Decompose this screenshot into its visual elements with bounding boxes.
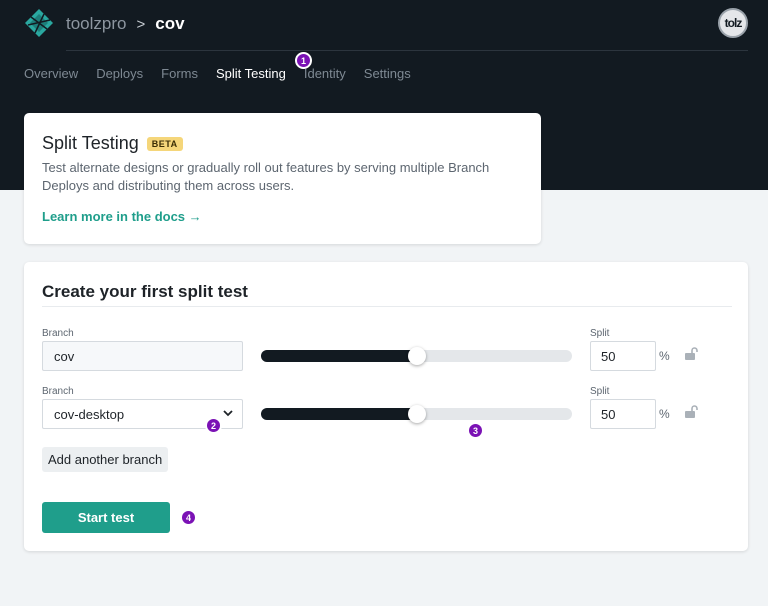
create-split-test-card: Create your first split test Branch cov … (24, 262, 748, 551)
intro-title: Split Testing (42, 133, 139, 153)
heading-divider (42, 306, 732, 307)
tab-forms[interactable]: Forms (161, 66, 198, 81)
avatar[interactable]: tolz (718, 8, 748, 38)
arrow-right-icon: → (188, 209, 202, 224)
tab-split-testing[interactable]: Split Testing (216, 66, 286, 81)
split-slider-fill-1 (261, 350, 417, 362)
step-marker-2: 2 (205, 417, 222, 434)
netlify-logo-icon[interactable] (24, 8, 54, 38)
split-slider-fill-2 (261, 408, 417, 420)
docs-link[interactable]: Learn more in the docs → (42, 209, 202, 224)
chevron-down-icon (223, 410, 233, 417)
percent-sign-1: % (659, 349, 670, 363)
intro-description: Test alternate designs or gradually roll… (42, 160, 490, 193)
branch-label-2: Branch (42, 386, 74, 397)
split-input-2[interactable]: 50 (590, 399, 656, 429)
branch-label-1: Branch (42, 328, 74, 339)
tab-deploys[interactable]: Deploys (96, 66, 143, 81)
split-slider-2[interactable] (261, 405, 572, 423)
split-slider-handle-1[interactable] (407, 347, 426, 365)
breadcrumb-org[interactable]: toolzpro (66, 14, 126, 34)
split-label-1: Split (590, 328, 610, 339)
step-marker-3: 3 (467, 422, 484, 439)
split-slider-handle-2[interactable] (407, 405, 426, 423)
breadcrumb-separator: > (136, 15, 146, 33)
breadcrumb-site[interactable]: cov (155, 14, 184, 34)
split-input-1[interactable]: 50 (590, 341, 656, 371)
start-test-button[interactable]: Start test (42, 502, 170, 533)
split-slider-1[interactable] (261, 347, 572, 365)
split-test-heading: Create your first split test (42, 282, 248, 301)
tab-settings[interactable]: Settings (364, 66, 411, 81)
split-testing-intro-card: Split Testing BETA Test alternate design… (24, 113, 541, 244)
add-another-branch-button[interactable]: Add another branch (42, 447, 169, 472)
tab-overview[interactable]: Overview (24, 66, 78, 81)
percent-sign-2: % (659, 407, 670, 421)
tab-identity[interactable]: Identity (304, 66, 346, 81)
branch-select-value-2: cov-desktop (54, 407, 125, 422)
branch-input-1[interactable]: cov (42, 341, 243, 371)
intro-title-row: Split Testing BETA (42, 133, 183, 154)
step-marker-1: 1 (295, 52, 312, 69)
docs-link-label[interactable]: Learn more in the docs (42, 209, 185, 224)
breadcrumb: toolzpro > cov (66, 14, 185, 34)
header-divider (66, 50, 748, 51)
split-label-2: Split (590, 386, 610, 397)
unlocked-padlock-icon[interactable] (684, 405, 698, 419)
unlocked-padlock-icon[interactable] (684, 347, 698, 361)
step-marker-4: 4 (180, 509, 197, 526)
beta-badge: BETA (146, 136, 183, 151)
site-nav-tabs: Overview Deploys Forms Split Testing Ide… (24, 66, 429, 81)
